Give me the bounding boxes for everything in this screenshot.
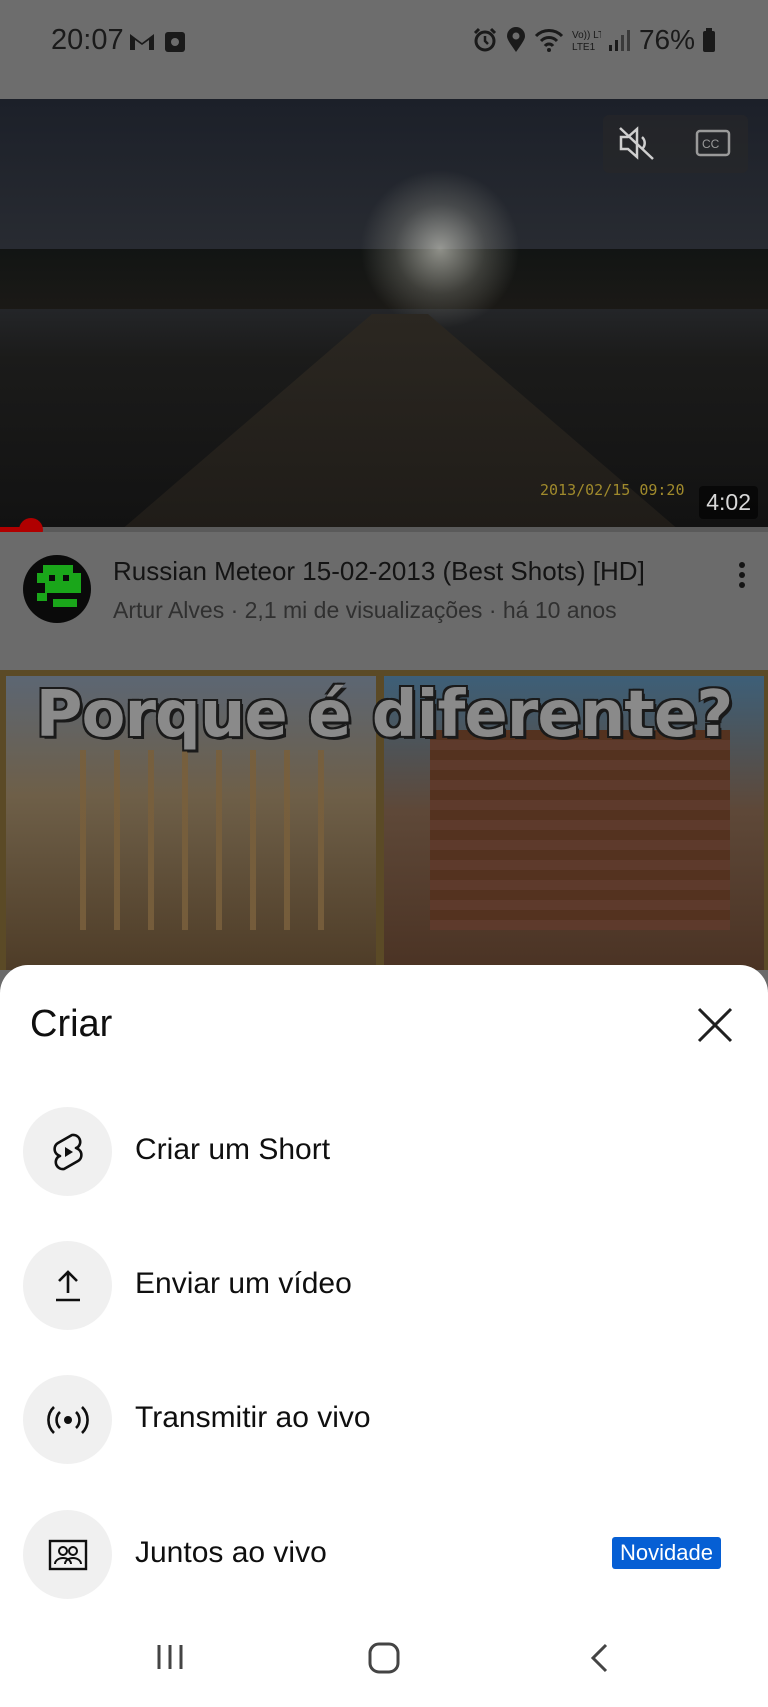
together-live-item[interactable]: Juntos ao vivo Novidade <box>0 1500 768 1610</box>
sheet-title: Criar <box>30 1003 113 1045</box>
together-live-label: Juntos ao vivo <box>135 1536 327 1569</box>
battery-percent: 76% <box>638 24 695 55</box>
system-nav-bar <box>0 1620 768 1707</box>
video-player[interactable]: CC 2013/02/15 09:20 4:02 <box>0 99 768 531</box>
recents-button[interactable] <box>155 1642 185 1677</box>
captions-icon[interactable]: CC <box>695 129 731 162</box>
close-icon <box>697 1007 733 1043</box>
home-icon <box>368 1642 400 1674</box>
signal-icon <box>608 28 632 52</box>
home-button[interactable] <box>368 1642 400 1679</box>
brick-building-graphic <box>430 730 730 930</box>
mute-icon[interactable] <box>617 125 657 166</box>
video-title[interactable]: Russian Meteor 15-02-2013 (Best Shots) [… <box>113 556 645 587</box>
dashcam-overlay-text: 2013/02/15 09:20 <box>540 481 685 499</box>
video-info-row[interactable]: Russian Meteor 15-02-2013 (Best Shots) [… <box>0 532 768 670</box>
live-icon <box>46 1405 89 1434</box>
more-vert-icon[interactable] <box>736 560 748 595</box>
gmail-icon <box>128 30 156 54</box>
together-live-icon-circle <box>23 1510 112 1599</box>
new-badge: Novidade <box>612 1537 721 1569</box>
location-icon <box>505 27 527 53</box>
video-duration: 4:02 <box>699 486 758 519</box>
svg-text:Vo)) LTE1: Vo)) LTE1 <box>572 30 601 41</box>
channel-avatar[interactable] <box>23 555 91 623</box>
status-bar: 20:07 Vo)) LTE1LTE1 76% <box>0 0 768 99</box>
create-short-label: Criar um Short <box>135 1133 331 1166</box>
wifi-icon <box>534 27 564 53</box>
create-short-item[interactable]: Criar um Short <box>0 1097 768 1207</box>
go-live-label: Transmitir ao vivo <box>135 1401 371 1434</box>
wood-frame-graphic <box>80 750 340 930</box>
recents-icon <box>157 1645 183 1669</box>
svg-text:LTE1: LTE1 <box>572 42 596 53</box>
battery-icon <box>702 27 716 53</box>
thumbnail-caption: Porque é diferente? <box>35 678 734 752</box>
status-time: 20:07 <box>51 24 124 56</box>
live-icon-circle <box>23 1375 112 1464</box>
upload-icon <box>55 1269 80 1301</box>
upload-icon-circle <box>23 1241 112 1330</box>
video-metadata: Artur Alves · 2,1 mi de visualizações · … <box>113 597 617 623</box>
shorts-icon <box>52 1133 83 1170</box>
meteor-glow <box>360 169 520 329</box>
close-button[interactable] <box>695 1005 735 1045</box>
next-video-thumbnail[interactable]: Porque é diferente? <box>0 670 768 970</box>
notification-icon <box>164 30 186 54</box>
svg-text:CC: CC <box>702 137 720 151</box>
alarm-icon <box>472 27 498 53</box>
volte-icon: Vo)) LTE1LTE1 <box>571 27 601 53</box>
shorts-icon-circle <box>23 1107 112 1196</box>
go-live-item[interactable]: Transmitir ao vivo <box>0 1365 768 1475</box>
create-bottom-sheet: Criar Criar um Short Enviar um vídeo Tra… <box>0 965 768 1707</box>
upload-video-item[interactable]: Enviar um vídeo <box>0 1231 768 1341</box>
together-live-icon <box>48 1539 87 1570</box>
upload-video-label: Enviar um vídeo <box>135 1267 352 1300</box>
back-button[interactable] <box>588 1642 610 1679</box>
back-icon <box>590 1643 608 1673</box>
